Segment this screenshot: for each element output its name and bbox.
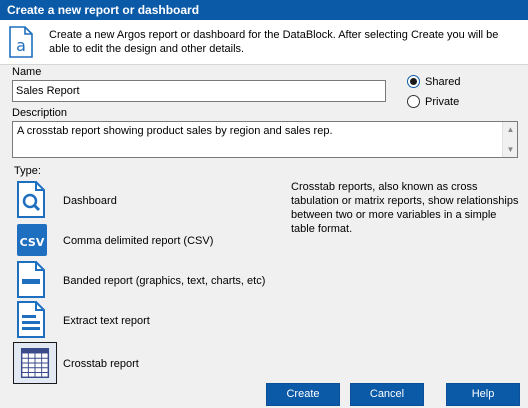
description-label: Description [12,107,68,119]
argos-a-icon: a [9,26,33,58]
scroll-up-icon[interactable]: ▲ [503,122,518,137]
type-item-label: Comma delimited report (CSV) [63,235,214,247]
type-help-text: Crosstab reports, also known as cross ta… [291,181,519,235]
type-item-label: Crosstab report [63,358,139,370]
scroll-down-icon[interactable]: ▼ [503,142,518,157]
type-item-label: Dashboard [63,195,117,207]
intro-panel: a Create a new Argos report or dashboard… [0,20,528,65]
shared-radio-label: Shared [425,75,461,88]
cancel-button[interactable]: Cancel [350,383,424,406]
name-label: Name [12,66,42,78]
private-radio[interactable]: Private [407,95,459,108]
csv-icon: CSV [17,224,47,256]
create-button[interactable]: Create [266,383,340,406]
radio-selected-icon [407,75,420,88]
type-item-csv[interactable]: CSV Comma delimited report (CSV) [12,221,282,261]
shared-radio[interactable]: Shared [407,75,460,88]
name-field[interactable] [12,80,386,102]
type-item-banded[interactable]: Banded report (graphics, text, charts, e… [12,261,282,301]
dashboard-magnifier-icon [17,181,45,218]
description-field[interactable]: A crosstab report showing product sales … [12,121,518,158]
banded-report-icon [17,261,45,298]
window-title: Create a new report or dashboard [0,0,528,20]
intro-text: Create a new Argos report or dashboard f… [49,29,499,55]
type-item-extract[interactable]: Extract text report [12,301,282,341]
type-label: Type: [14,165,41,177]
svg-text:a: a [16,36,26,55]
private-radio-label: Private [425,95,460,108]
type-item-label: Extract text report [63,315,150,327]
description-text: A crosstab report showing product sales … [17,125,333,137]
extract-text-icon [17,301,45,338]
help-button[interactable]: Help [446,383,520,406]
type-item-label: Banded report (graphics, text, charts, e… [63,275,266,287]
svg-text:CSV: CSV [20,236,45,249]
radio-empty-icon [407,95,420,108]
description-scrollbar[interactable]: ▲ ▼ [502,122,517,157]
type-item-dashboard[interactable]: Dashboard [12,181,282,221]
crosstab-grid-icon [13,342,57,384]
type-item-crosstab[interactable]: Crosstab report [12,342,282,384]
